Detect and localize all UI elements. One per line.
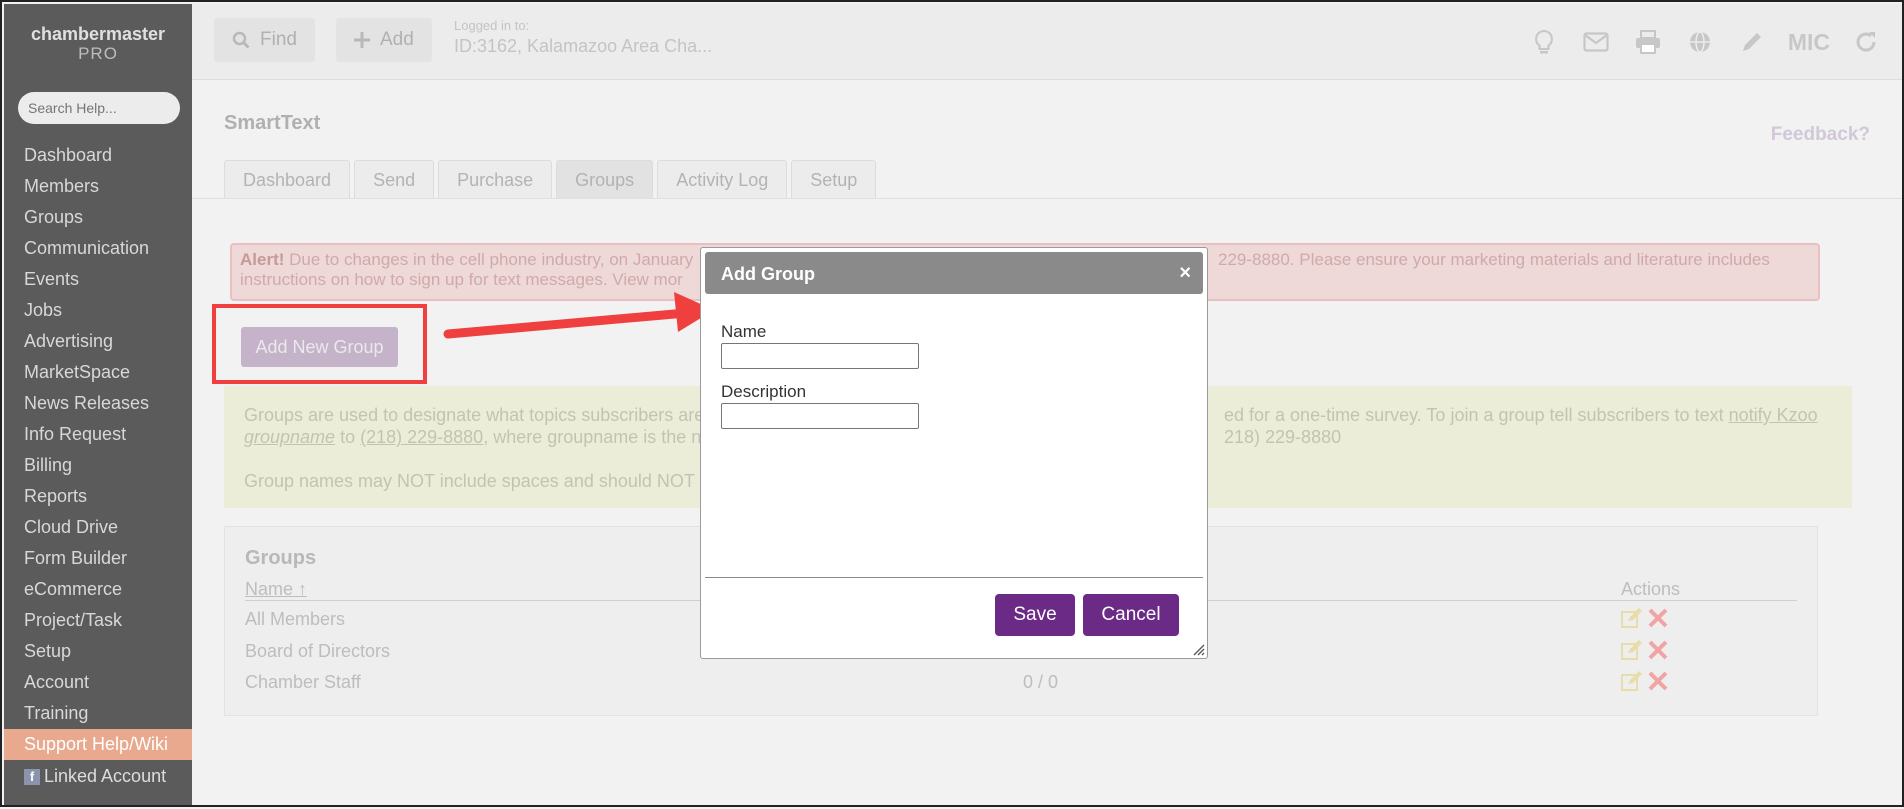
description-label: Description bbox=[721, 382, 807, 401]
dialog-title: Add Group bbox=[721, 264, 815, 284]
close-icon[interactable]: × bbox=[1179, 263, 1191, 283]
name-label: Name bbox=[721, 322, 767, 341]
resize-handle-icon[interactable] bbox=[1191, 642, 1205, 656]
description-field[interactable] bbox=[721, 403, 919, 429]
dialog-header[interactable]: Add Group × bbox=[705, 252, 1203, 294]
cancel-button[interactable]: Cancel bbox=[1083, 594, 1179, 636]
save-button[interactable]: Save bbox=[995, 594, 1075, 636]
add-group-dialog: Add Group × Name Description Save Cancel bbox=[700, 247, 1208, 659]
dialog-divider bbox=[705, 577, 1203, 578]
name-field[interactable] bbox=[721, 343, 919, 369]
